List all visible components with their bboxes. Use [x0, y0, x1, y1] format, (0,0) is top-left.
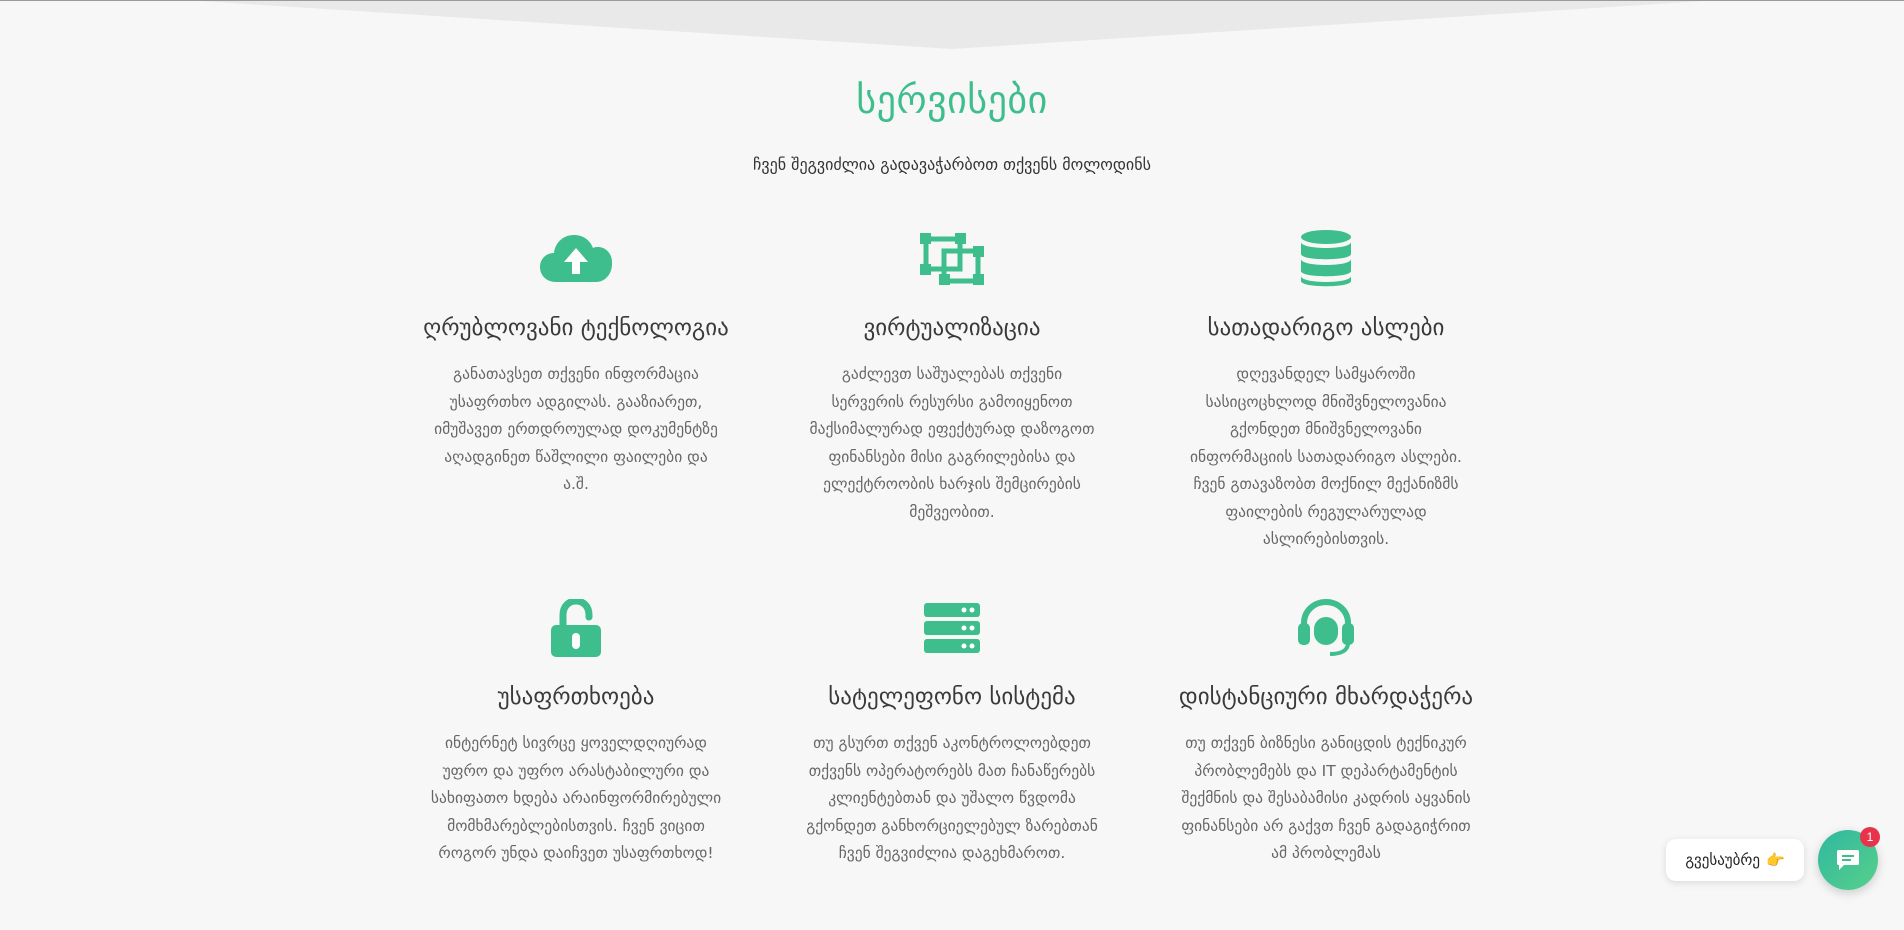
chat-prompt-text: გვესაუბრე [1685, 851, 1760, 869]
unread-badge: 1 [1860, 827, 1880, 847]
service-card-virtualization: ვირტუალიზაცია გაძლევთ საშუალებას თქვენი … [797, 228, 1107, 526]
server-icon [797, 597, 1107, 659]
chat-prompt-bubble[interactable]: გვესაუბრე 👉 [1666, 839, 1804, 881]
service-card-remote-support: დისტანციური მხარდაჭერა თუ თქვენ ბიზნესი … [1171, 597, 1481, 868]
service-description: თუ გსურთ თქვენ აკონტროლოებდეთ თქვენს ოპე… [806, 734, 1098, 862]
cloud-upload-icon [421, 228, 731, 290]
chat-icon [1837, 850, 1859, 870]
vector-square-icon [797, 228, 1107, 290]
pointing-hand-icon: 👉 [1765, 851, 1785, 869]
service-card-phone-system: სატელეფონო სისტემა თუ გსურთ თქვენ აკონტრ… [797, 597, 1107, 868]
service-description: დღევანდელ სამყაროში სასიცოცხლოდ მნიშვნელ… [1190, 365, 1462, 548]
service-description: განათავსეთ თქვენი ინფორმაცია უსაფრთხო ად… [434, 365, 718, 493]
section-subtitle: ჩვენ შეგვიძლია გადავაჭარბოთ თქვენს მოლოდ… [753, 155, 1151, 174]
service-title: სატელეფონო სისტემა [828, 684, 1076, 710]
service-card-backups: სათადარიგო ასლები დღევანდელ სამყაროში სა… [1171, 228, 1481, 554]
service-description: თუ თქვენ ბიზნესი განიცდის ტექნიკურ პრობლ… [1181, 734, 1471, 862]
service-title: ვირტუალიზაცია [863, 315, 1041, 341]
service-description: ინტერნეტ სივრცე ყოველდღიურად უფრო და უფრ… [430, 734, 722, 862]
headset-icon [1171, 597, 1481, 659]
service-card-security: უსაფრთხოება ინტერნეტ სივრცე ყოველდღიურად… [421, 597, 731, 868]
unlock-icon [421, 597, 731, 659]
top-wedge-decoration [200, 1, 1704, 49]
database-icon [1171, 228, 1481, 290]
section-title: სერვისები [856, 78, 1048, 122]
service-title: სათადარიგო ასლები [1207, 315, 1445, 341]
service-title: უსაფრთხოება [497, 684, 655, 710]
service-title: ღრუბლოვანი ტექნოლოგია [423, 315, 729, 341]
service-title: დისტანციური მხარდაჭერა [1178, 684, 1474, 710]
service-description: გაძლევთ საშუალებას თქვენი სერვერის რესურ… [809, 365, 1095, 521]
service-card-cloud: ღრუბლოვანი ტექნოლოგია განათავსეთ თქვენი … [421, 228, 731, 499]
